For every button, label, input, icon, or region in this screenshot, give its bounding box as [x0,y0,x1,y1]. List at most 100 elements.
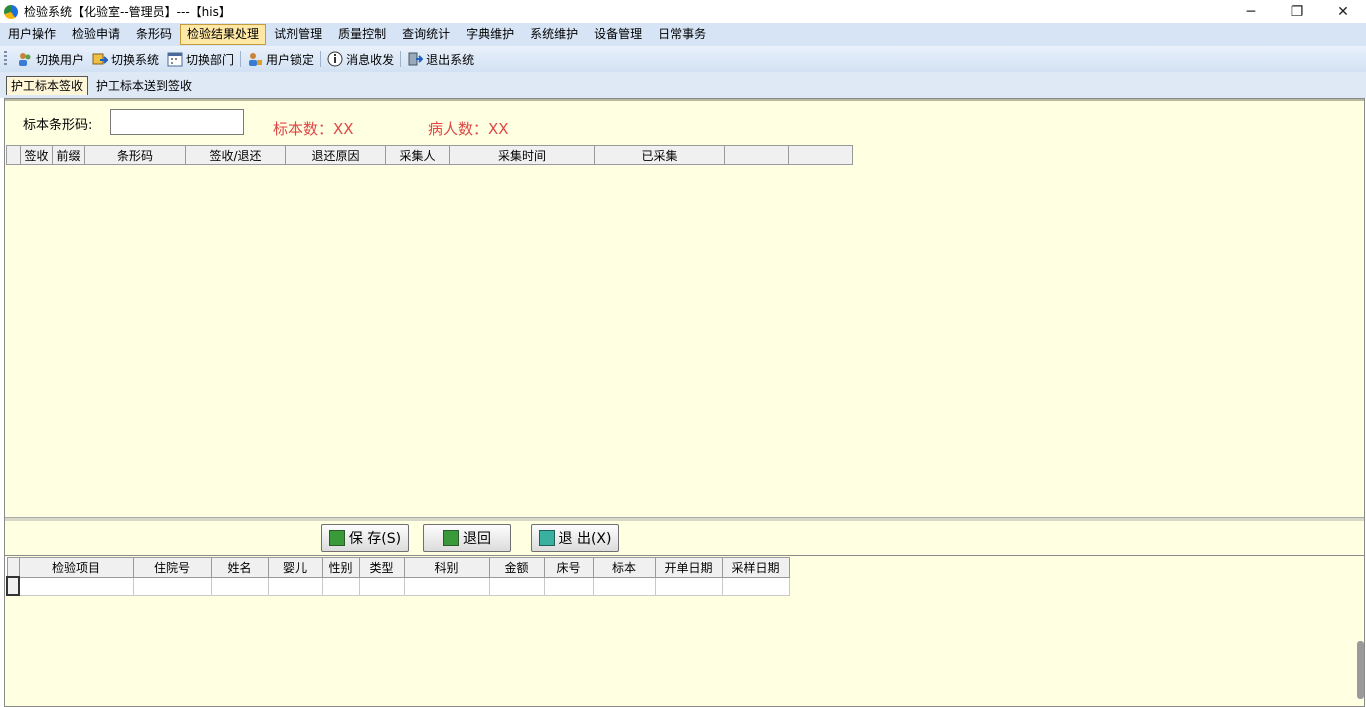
restore-button[interactable]: ❐ [1274,0,1320,23]
col-order-date[interactable]: 开单日期 [654,557,723,578]
switch-system-icon [92,51,109,67]
return-button[interactable]: 退回 [423,524,511,552]
specimen-count: 标本数：XX [273,120,354,138]
users-icon [17,51,33,67]
messages-label: 消息收发 [346,52,395,67]
col-amount[interactable]: 金额 [488,557,545,578]
save-label: 保 存(S) [348,531,402,547]
table-cell[interactable] [132,576,212,596]
col-sign-return[interactable]: 签收/退还 [185,145,286,165]
test-items-grid[interactable]: 检验项目 住院号 姓名 婴儿 性别 类型 科别 金额 床号 标本 开单日期 采样… [6,557,790,596]
menu-query-stats[interactable]: 查询统计 [394,24,458,45]
user-lock-icon [247,51,263,67]
exit-system-button[interactable]: 退出系统 [403,48,478,70]
col-collect-time[interactable]: 采集时间 [449,145,595,165]
col-collector[interactable]: 采集人 [385,145,450,165]
specimen-grid[interactable]: 签收 前缀 条形码 签收/退还 退还原因 采集人 采集时间 已采集 [6,145,853,165]
lock-user-button[interactable]: 用户锁定 [243,48,318,70]
table-cell[interactable] [543,576,594,596]
menu-daily-affairs[interactable]: 日常事务 [650,24,714,45]
col-test-item[interactable]: 检验项目 [18,557,134,578]
col-empty-2[interactable] [788,145,853,165]
col-sign[interactable]: 签收 [20,145,53,165]
menu-system-maintenance[interactable]: 系统维护 [522,24,586,45]
tab-nurse-specimen-receive[interactable]: 护工标本签收 [6,76,89,95]
table-cell[interactable] [654,576,723,596]
table-cell[interactable] [592,576,656,596]
test-items-grid-header: 检验项目 住院号 姓名 婴儿 性别 类型 科别 金额 床号 标本 开单日期 采样… [6,557,790,578]
menu-device[interactable]: 设备管理 [586,24,650,45]
toolbar-separator [400,51,402,67]
table-cell[interactable] [210,576,269,596]
col-name[interactable]: 姓名 [210,557,269,578]
splitter[interactable] [5,517,1364,521]
tab-nurse-specimen-send[interactable]: 护工标本送到签收 [92,77,196,95]
table-cell[interactable] [721,576,790,596]
calendar-icon [167,51,183,67]
exit-button[interactable]: 退 出(X) [531,524,619,552]
col-barcode[interactable]: 条形码 [84,145,186,165]
title-bar: 检验系统【化验室--管理员】---【his】 ─ ❐ ✕ [0,0,1366,23]
col-return-reason[interactable]: 退还原因 [285,145,386,165]
col-sample-date[interactable]: 采样日期 [721,557,790,578]
vertical-scrollbar-thumb[interactable] [1357,641,1364,699]
row-selector[interactable] [6,576,20,596]
exit-door-icon [407,51,424,67]
close-button[interactable]: ✕ [1320,0,1366,23]
toolbar-grip[interactable] [4,51,7,67]
exit-system-label: 退出系统 [426,52,475,67]
switch-dept-button[interactable]: 切换部门 [163,48,238,70]
table-cell[interactable] [18,576,134,596]
window-controls: ─ ❐ ✕ [1228,0,1366,23]
col-infant[interactable]: 婴儿 [267,557,323,578]
switch-dept-label: 切换部门 [186,52,235,67]
table-cell[interactable] [403,576,490,596]
col-bed-no[interactable]: 床号 [543,557,594,578]
row-selector-header [6,145,21,165]
minimize-button[interactable]: ─ [1228,0,1274,23]
messages-button[interactable]: 消息收发 [323,48,398,70]
table-row[interactable] [6,576,790,596]
menu-dictionary[interactable]: 字典维护 [458,24,522,45]
exit-label: 退 出(X) [558,531,612,547]
close-box-icon [538,530,555,546]
switch-user-button[interactable]: 切换用户 [13,48,88,70]
table-cell[interactable] [267,576,323,596]
table-cell[interactable] [358,576,405,596]
table-cell[interactable] [488,576,545,596]
toolbar-separator [240,51,242,67]
patient-count: 病人数：XX [428,120,509,138]
col-collected[interactable]: 已采集 [594,145,725,165]
specimen-grid-header: 签收 前缀 条形码 签收/退还 退还原因 采集人 采集时间 已采集 [6,145,853,165]
menu-quality-control[interactable]: 质量控制 [330,24,394,45]
col-department[interactable]: 科别 [403,557,490,578]
section-divider [5,555,1364,556]
menu-barcode[interactable]: 条形码 [128,24,180,45]
col-gender[interactable]: 性别 [321,557,360,578]
row-selector-header [6,557,20,578]
col-prefix[interactable]: 前缀 [52,145,85,165]
menu-reagent[interactable]: 试剂管理 [266,24,330,45]
lock-user-label: 用户锁定 [266,52,315,67]
floppy-icon [328,530,345,546]
table-cell[interactable] [321,576,360,596]
col-type[interactable]: 类型 [358,557,405,578]
col-specimen[interactable]: 标本 [592,557,656,578]
toolbar: 切换用户 切换系统 切换部门 用户锁定 消息收发 退出系统 [0,46,1366,73]
col-inpatient-no[interactable]: 住院号 [132,557,212,578]
save-button[interactable]: 保 存(S) [321,524,409,552]
barcode-label: 标本条形码: [23,118,93,133]
menu-user-ops[interactable]: 用户操作 [0,24,64,45]
barcode-input[interactable] [110,109,244,135]
menu-bar: 用户操作 检验申请 条形码 检验结果处理 试剂管理 质量控制 查询统计 字典维护… [0,23,1366,46]
menu-test-request[interactable]: 检验申请 [64,24,128,45]
app-logo-icon [4,4,18,19]
info-icon [327,51,343,67]
toolbar-separator [320,51,322,67]
return-label: 退回 [463,531,491,547]
col-empty-1[interactable] [724,145,789,165]
floppy-icon [443,530,459,546]
tab-strip: 护工标本签收 护工标本送到签收 [0,72,1366,98]
switch-system-button[interactable]: 切换系统 [88,48,163,70]
menu-result-processing[interactable]: 检验结果处理 [180,24,267,45]
